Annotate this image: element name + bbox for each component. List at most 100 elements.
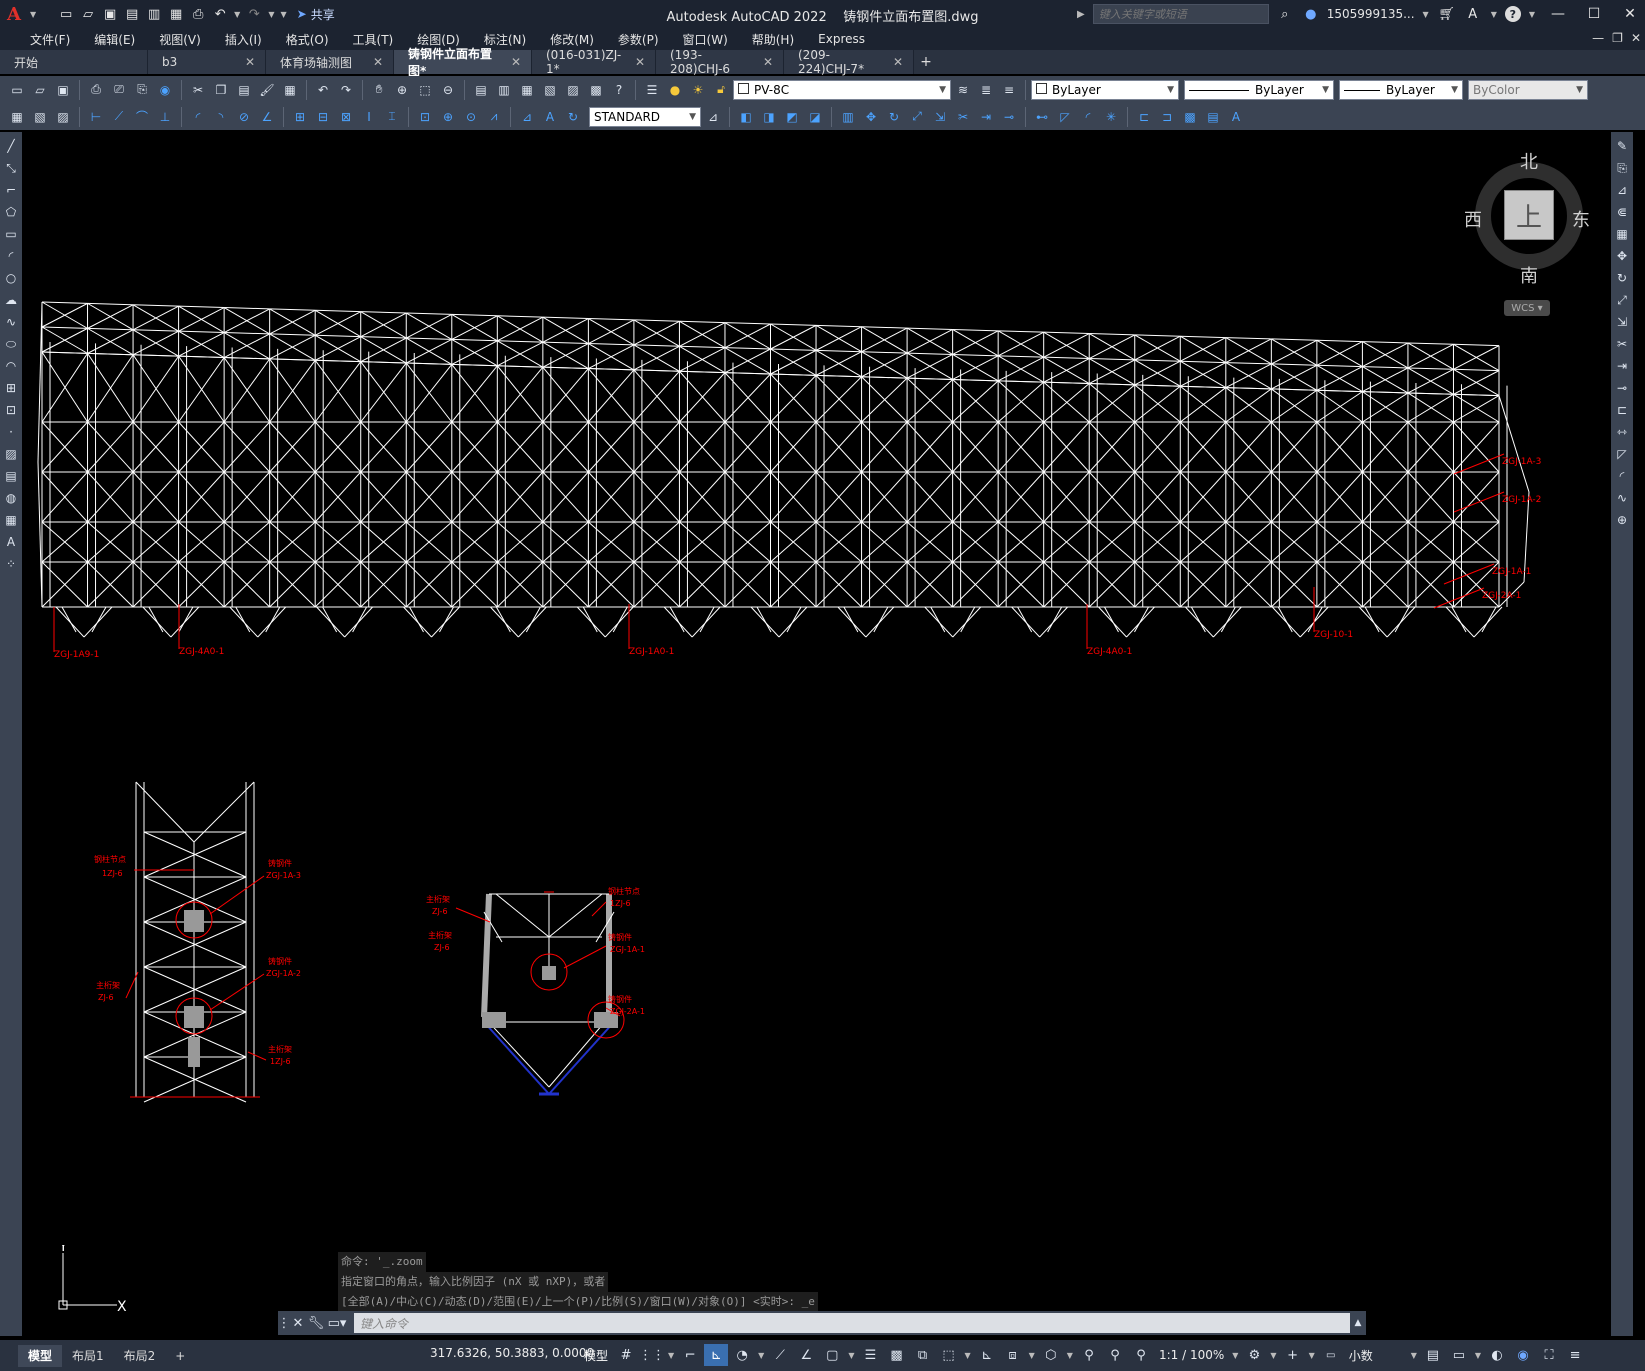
user-icon[interactable]: ● <box>1301 4 1321 24</box>
polyline-edit-icon[interactable]: ⊏ <box>1133 106 1155 128</box>
erase-icon[interactable]: ◧ <box>735 106 757 128</box>
snap-icon[interactable]: ⋮⋮ <box>639 1344 665 1366</box>
quickcalc-icon[interactable]: ▩ <box>585 79 607 101</box>
join-icon[interactable]: ⊷ <box>1031 106 1053 128</box>
menu-view[interactable]: 视图(V) <box>147 31 213 48</box>
tab-chj-7[interactable]: (209-224)CHJ-7* ✕ <box>784 48 914 76</box>
point-icon[interactable]: · <box>1 422 21 442</box>
line-icon[interactable]: ╱ <box>1 136 21 156</box>
hatch-edit-icon[interactable]: ▩ <box>1179 106 1201 128</box>
sheet-set-icon[interactable]: ▧ <box>539 79 561 101</box>
user-dropdown-icon[interactable]: ▼ <box>1423 10 1429 19</box>
command-input[interactable]: 键入命令 <box>354 1313 1350 1333</box>
lock-dropdown-icon[interactable]: ▼ <box>1475 1351 1481 1360</box>
help-dropdown-icon[interactable]: ▼ <box>1529 10 1535 19</box>
revision-cloud-icon[interactable]: ☁︎ <box>1 290 21 310</box>
paste-icon[interactable]: ▤ <box>233 79 255 101</box>
object-snap-icon[interactable]: ▢ <box>820 1344 844 1366</box>
layer-lock-icon[interactable]: 🔓︎ <box>710 79 732 101</box>
jogged-linear-icon[interactable]: ⩘ <box>483 106 505 128</box>
units-value[interactable]: 小数 <box>1349 1347 1403 1364</box>
redo-icon[interactable]: ↷ <box>335 79 357 101</box>
jogged-dimension-icon[interactable]: ◝ <box>210 106 232 128</box>
grid-icon[interactable]: # <box>614 1344 638 1366</box>
isolate-objects-icon[interactable]: ◐ <box>1485 1344 1509 1366</box>
recent-commands-icon[interactable]: ▭▾ <box>326 1312 348 1334</box>
dimension-update-icon[interactable]: ↻ <box>562 106 584 128</box>
close-icon[interactable]: ✕ <box>635 55 645 69</box>
menu-parametric[interactable]: 参数(P) <box>606 31 671 48</box>
dimension-space-icon[interactable]: Ι <box>358 106 380 128</box>
move-icon[interactable]: ✥ <box>1612 246 1632 266</box>
scale-icon[interactable]: ⤢ <box>1612 290 1632 310</box>
viewcube[interactable]: 上 北 南 东 西 WCS ▾ <box>1464 150 1594 325</box>
drawing-canvas[interactable]: ZGJ-1A9-1 ZGJ-4A0-1 ZGJ-1A0-1 ZGJ-4A0-1 ZGJ-… <box>34 132 1609 1340</box>
south-label[interactable]: 南 <box>1520 262 1538 288</box>
web-mobile-save-icon[interactable]: ▦ <box>166 4 186 24</box>
trim-icon[interactable]: ✂ <box>952 106 974 128</box>
ellipse-icon[interactable]: ⬭ <box>1 334 21 354</box>
rectangle-icon[interactable]: ▭ <box>1 224 21 244</box>
app-menu-caret-icon[interactable]: ▼ <box>30 10 36 19</box>
array-edit-icon[interactable]: ▤ <box>1202 106 1224 128</box>
zoom-realtime-icon[interactable]: ⊕ <box>391 79 413 101</box>
customization-menu-icon[interactable]: ≡ <box>1563 1344 1587 1366</box>
clean-screen-icon[interactable]: ⛶ <box>1537 1344 1561 1366</box>
close-window-button[interactable]: ✕ <box>1615 0 1645 28</box>
autodesk-app-icon[interactable]: A <box>1463 4 1483 24</box>
menu-modify[interactable]: 修改(M) <box>538 31 606 48</box>
annotation-scale-icon[interactable]: ⚲ <box>1129 1344 1153 1366</box>
lock-ui-icon[interactable]: ▭ <box>1447 1344 1471 1366</box>
lineweight-dropdown[interactable]: ByLayer ▼ <box>1339 79 1463 100</box>
join-icon[interactable]: ⇿ <box>1612 422 1632 442</box>
arc-icon[interactable]: ◜ <box>1 246 21 266</box>
user-name[interactable]: 1505999135... <box>1327 7 1415 21</box>
hatch-icon[interactable]: ▨ <box>1 444 21 464</box>
tab-stadium-axonometric[interactable]: 体育场轴测图 ✕ <box>266 50 394 74</box>
close-icon[interactable]: ✕ <box>373 55 383 69</box>
save-icon[interactable]: ▣ <box>52 79 74 101</box>
menu-format[interactable]: 格式(O) <box>274 31 341 48</box>
top-face[interactable]: 上 <box>1504 190 1554 240</box>
menu-tools[interactable]: 工具(T) <box>341 31 406 48</box>
block-editor-icon[interactable]: ▦ <box>279 79 301 101</box>
text-style-dropdown[interactable]: STANDARD ▼ <box>589 106 701 127</box>
tab-casting-elevation[interactable]: 铸钢件立面布置图* ✕ <box>394 47 532 78</box>
layout-tab-2[interactable]: 布局2 <box>114 1345 166 1367</box>
redo-dropdown-icon[interactable]: ▼ <box>268 10 274 19</box>
layout-tab-model[interactable]: 模型 <box>18 1344 63 1367</box>
snap-dropdown-icon[interactable]: ▼ <box>668 1351 674 1360</box>
tab-start[interactable]: 开始 <box>0 50 148 74</box>
menu-window[interactable]: 窗口(W) <box>671 31 740 48</box>
doc-restore-icon[interactable]: ❐ <box>1612 31 1623 45</box>
tab-b3[interactable]: b3 ✕ <box>148 50 266 74</box>
copy-icon[interactable]: ❐ <box>210 79 232 101</box>
aligned-dimension-icon[interactable]: ⟋ <box>108 106 130 128</box>
trim-icon[interactable]: ✂ <box>1612 334 1632 354</box>
quick-properties-icon[interactable]: ▤ <box>1421 1344 1445 1366</box>
customize-qat-icon[interactable]: ▼ <box>280 10 286 19</box>
copy-icon[interactable]: ⎘ <box>1612 158 1632 178</box>
workspace-dropdown-icon[interactable]: ▼ <box>1270 1351 1276 1360</box>
undo-icon[interactable]: ↶ <box>210 4 230 24</box>
ordinate-dimension-icon[interactable]: ⊥ <box>154 106 176 128</box>
continue-dimension-icon[interactable]: ⊠ <box>335 106 357 128</box>
publish-icon[interactable]: ⎘ <box>131 79 153 101</box>
match-properties-icon[interactable]: 🖌︎ <box>256 79 278 101</box>
array-icon[interactable]: ▦ <box>1612 224 1632 244</box>
zoom-window-icon[interactable]: ⬚ <box>414 79 436 101</box>
polar-dropdown-icon[interactable]: ▼ <box>758 1351 764 1360</box>
plot-icon[interactable]: ⎙ <box>188 4 208 24</box>
explode-icon[interactable]: ✳ <box>1100 106 1122 128</box>
cursor-coordinates[interactable]: 317.6326, 50.3883, 0.0000 <box>430 1346 594 1360</box>
construction-line-icon[interactable]: ⤡ <box>1 158 21 178</box>
baseline-dimension-icon[interactable]: ⊟ <box>312 106 334 128</box>
chamfer-icon[interactable]: ◸ <box>1054 106 1076 128</box>
gizmo-icon[interactable]: ⬡ <box>1039 1344 1063 1366</box>
menu-file[interactable]: 文件(F) <box>18 31 82 48</box>
pan-icon[interactable]: ✋︎ <box>368 79 390 101</box>
circle-icon[interactable]: ○ <box>1 268 21 288</box>
color-dropdown[interactable]: ByLayer ▼ <box>1031 79 1179 100</box>
fillet-icon[interactable]: ◜ <box>1077 106 1099 128</box>
filter-dropdown-icon[interactable]: ▼ <box>1029 1351 1035 1360</box>
